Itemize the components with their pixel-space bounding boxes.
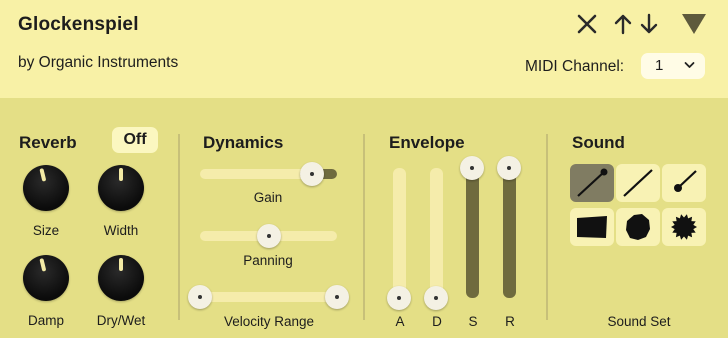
reverb-width-knob[interactable] xyxy=(98,165,144,211)
velocity-range-label: Velocity Range xyxy=(223,314,315,329)
mallet-short-dot-icon xyxy=(674,170,697,192)
collapse-triangle-icon[interactable] xyxy=(680,12,708,36)
reverb-toggle-button[interactable]: Off xyxy=(112,127,158,153)
reverb-drywet-knob[interactable] xyxy=(98,255,144,301)
starburst-shape-icon xyxy=(671,214,697,240)
dynamics-title: Dynamics xyxy=(203,133,284,152)
sound-set-label: Sound Set xyxy=(607,314,671,329)
reverb-size-label: Size xyxy=(32,223,60,238)
gain-label: Gain xyxy=(253,190,283,205)
envelope-decay-slider[interactable] xyxy=(424,168,448,310)
chevron-down-icon xyxy=(684,53,695,89)
panning-label: Panning xyxy=(243,253,293,268)
envelope-sustain-handle[interactable] xyxy=(460,156,484,180)
panning-slider-handle[interactable] xyxy=(256,224,281,248)
sound-title: Sound xyxy=(572,133,625,152)
envelope-attack-handle[interactable] xyxy=(387,286,411,310)
midi-channel-value: 1 xyxy=(655,57,664,74)
reverb-width-label: Width xyxy=(103,223,139,238)
midi-channel-select[interactable]: 1 xyxy=(641,53,705,79)
sound-option-starburst[interactable] xyxy=(662,208,706,246)
envelope-attack-slider[interactable] xyxy=(387,168,411,310)
reverb-drywet-label: Dry/Wet xyxy=(96,313,146,328)
velocity-range-max-handle[interactable] xyxy=(325,285,349,309)
sound-option-mallet-line[interactable] xyxy=(616,164,660,202)
velocity-range-min-handle[interactable] xyxy=(188,285,212,309)
envelope-attack-label: A xyxy=(395,314,405,329)
envelope-sustain-slider[interactable] xyxy=(460,156,484,298)
envelope-decay-handle[interactable] xyxy=(424,286,448,310)
envelope-release-label: R xyxy=(505,314,515,329)
sound-option-rectangle[interactable] xyxy=(570,208,614,246)
instrument-title: Glockenspiel xyxy=(18,14,139,35)
reverb-title: Reverb xyxy=(19,133,77,152)
section-divider xyxy=(363,134,365,320)
move-up-icon[interactable] xyxy=(613,12,633,36)
envelope-release-slider[interactable] xyxy=(497,156,521,298)
reverb-damp-knob[interactable] xyxy=(23,255,69,301)
header: Glockenspiel by Organic Instruments MIDI… xyxy=(0,0,728,98)
mallet-line-icon xyxy=(623,169,653,197)
reverb-damp-label: Damp xyxy=(27,313,64,328)
rectangle-shape-icon xyxy=(577,216,607,238)
envelope-decay-label: D xyxy=(432,314,442,329)
mallet-line-dot-icon xyxy=(577,168,608,197)
midi-channel-label: MIDI Channel: xyxy=(525,58,625,75)
section-divider xyxy=(178,134,180,320)
section-divider xyxy=(546,134,548,320)
sound-option-mallet-line-dot[interactable] xyxy=(570,164,614,202)
sound-option-mallet-short-dot[interactable] xyxy=(662,164,706,202)
panning-slider[interactable] xyxy=(200,224,337,248)
gain-slider[interactable] xyxy=(200,162,337,186)
envelope-title: Envelope xyxy=(389,133,465,152)
sound-option-octagon[interactable] xyxy=(616,208,660,246)
octagon-shape-icon xyxy=(626,214,650,240)
gain-slider-handle[interactable] xyxy=(300,162,325,186)
close-icon[interactable] xyxy=(575,12,599,36)
reverb-size-knob[interactable] xyxy=(23,165,69,211)
envelope-sustain-label: S xyxy=(468,314,478,329)
envelope-release-handle[interactable] xyxy=(497,156,521,180)
instrument-subtitle: by Organic Instruments xyxy=(18,54,179,71)
velocity-range-slider[interactable] xyxy=(188,285,349,309)
move-down-icon[interactable] xyxy=(639,12,659,36)
